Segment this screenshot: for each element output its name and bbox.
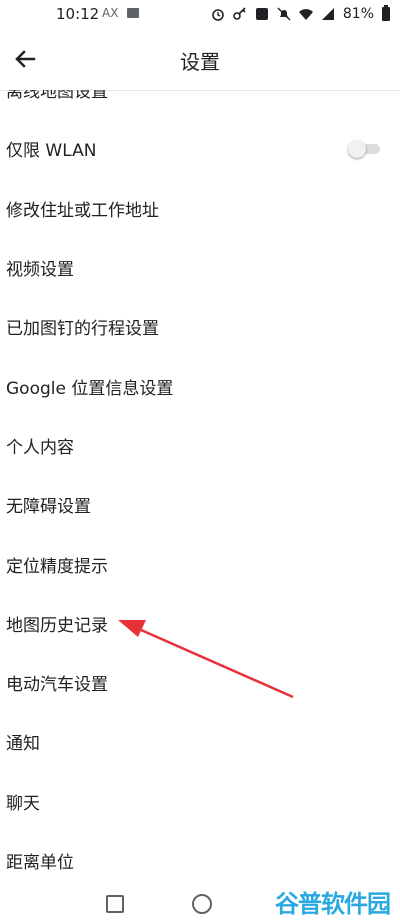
settings-list: 离线地图设置 仅限 WLAN 修改住址或工作地址 视频设置 已加图钉的行程设置 … xyxy=(0,90,400,878)
settings-item-label: 个人内容 xyxy=(6,437,74,458)
settings-item-label: 定位精度提示 xyxy=(6,556,108,577)
settings-item-google-location[interactable]: Google 位置信息设置 xyxy=(0,356,400,415)
settings-item-wifi-only[interactable]: 仅限 WLAN xyxy=(0,119,400,178)
settings-item-location-accuracy[interactable]: 定位精度提示 xyxy=(0,534,400,593)
settings-item-label: 地图历史记录 xyxy=(6,615,108,636)
settings-item-chat[interactable]: 聊天 xyxy=(0,772,400,831)
signal-icon xyxy=(321,8,334,20)
settings-item-label: 仅限 WLAN xyxy=(6,141,97,162)
settings-item-notifications[interactable]: 通知 xyxy=(0,712,400,771)
settings-item-video[interactable]: 视频设置 xyxy=(0,238,400,297)
status-bar: 10:12 AX 81% xyxy=(0,0,400,28)
wifi-only-toggle[interactable] xyxy=(348,139,382,158)
status-time: 10:12 xyxy=(56,5,100,23)
settings-item-distance-units[interactable]: 距离单位 xyxy=(0,831,400,878)
settings-item-label: 视频设置 xyxy=(6,260,74,281)
ax-indicator: AX xyxy=(102,6,119,20)
recents-button[interactable] xyxy=(106,895,124,913)
battery-icon xyxy=(382,5,390,21)
settings-item-personal-content[interactable]: 个人内容 xyxy=(0,416,400,475)
mute-icon xyxy=(277,7,291,21)
home-button[interactable] xyxy=(192,894,212,914)
watermark-logo: 谷普软件园 xyxy=(275,890,391,918)
settings-item-ev-settings[interactable]: 电动汽车设置 xyxy=(0,653,400,712)
settings-item-label: 修改住址或工作地址 xyxy=(6,200,159,221)
settings-item-label: 已加图钉的行程设置 xyxy=(6,319,159,340)
page-title: 设置 xyxy=(180,50,220,74)
settings-item-label: 电动汽车设置 xyxy=(6,675,108,696)
settings-item-edit-home-work[interactable]: 修改住址或工作地址 xyxy=(0,179,400,238)
settings-item-pinned-trips[interactable]: 已加图钉的行程设置 xyxy=(0,297,400,356)
settings-item-label: 距离单位 xyxy=(6,853,74,873)
battery-percent: 81% xyxy=(342,6,374,22)
app-bar: 设置 xyxy=(0,28,400,90)
volte-icon xyxy=(255,8,268,20)
image-icon xyxy=(127,8,139,18)
settings-item-label: Google 位置信息设置 xyxy=(6,378,174,399)
wifi-icon xyxy=(298,9,313,20)
status-icons: 81% xyxy=(211,4,390,24)
settings-item-offline-maps[interactable]: 离线地图设置 xyxy=(0,90,400,119)
settings-item-maps-history[interactable]: 地图历史记录 xyxy=(0,594,400,653)
settings-item-label: 通知 xyxy=(6,734,40,755)
settings-item-accessibility[interactable]: 无障碍设置 xyxy=(0,475,400,534)
key-icon xyxy=(233,7,246,20)
system-nav-bar: 谷普软件园 xyxy=(0,878,400,922)
settings-item-label: 离线地图设置 xyxy=(6,90,108,103)
alarm-icon xyxy=(212,9,224,21)
settings-item-label: 聊天 xyxy=(6,793,40,814)
settings-item-label: 无障碍设置 xyxy=(6,497,91,518)
settings-list-container[interactable]: 离线地图设置 仅限 WLAN 修改住址或工作地址 视频设置 已加图钉的行程设置 … xyxy=(0,90,400,878)
